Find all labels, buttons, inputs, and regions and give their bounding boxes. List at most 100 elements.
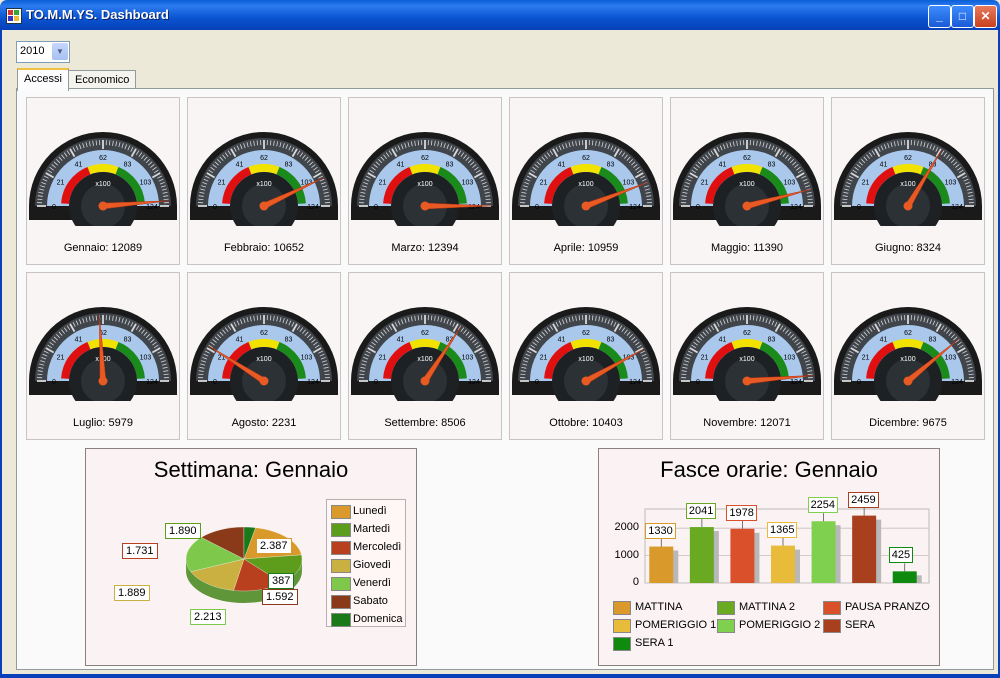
gauge-caption: Marzo: 12394 [391, 242, 459, 254]
gauge-tick-label: 124 [790, 204, 802, 211]
gauge-tick-label: 41 [75, 337, 83, 344]
gauge-tick-label: 103 [140, 355, 152, 362]
legend-swatch [331, 523, 351, 537]
gauge-tick-label: 103 [301, 355, 313, 362]
pie-data-label: 1.889 [114, 585, 150, 601]
gauge-tick-label: 21 [57, 355, 65, 362]
legend-swatch [613, 619, 631, 633]
tab-economico[interactable]: Economico [68, 70, 137, 89]
gauge-tick-label: 0 [213, 379, 217, 386]
gauge-tick-label: 41 [236, 162, 244, 169]
y-tick-label: 0 [632, 576, 639, 588]
gauge-card: 021416283103124x100 Ottobre: 10403 [509, 272, 663, 440]
legend-item: Lunedì [353, 505, 387, 517]
gauge-card: 021416283103124x100Giugno: 8324 [831, 97, 985, 265]
gauge-tick-label: 83 [285, 337, 293, 344]
bar-data-label: 2041 [685, 503, 717, 520]
pie-data-label: 1.592 [262, 589, 298, 605]
year-select[interactable]: 2010 ▼ [16, 41, 70, 63]
maximize-button[interactable]: □ [951, 5, 974, 28]
gauge-tick-label: 0 [696, 379, 700, 386]
gauge-card: 0 21 41 62 83 103 124 x100 Aprile: 10959 [509, 97, 663, 265]
bar [852, 515, 877, 583]
legend-swatch [613, 601, 631, 615]
pie-data-label: 1.890 [165, 523, 201, 539]
gauge-tick-label: 62 [743, 155, 751, 162]
gauge-tick-label: 0 [857, 379, 861, 386]
gauge-tick-label: 0 [696, 204, 700, 211]
gauge-tick-label: 83 [768, 162, 776, 169]
legend-item: Mercoledì [353, 541, 402, 553]
legend-item: SERA [845, 619, 875, 631]
gauge-dial: 021416283103124x100 [190, 307, 338, 401]
legend-swatch [331, 505, 351, 519]
gauge-tick-label: 21 [379, 180, 387, 187]
legend-item: SERA 1 [635, 637, 674, 649]
gauge-tick-label: 103 [945, 180, 957, 187]
gauge-tick-label: 21 [701, 180, 709, 187]
y-tick-label: 2000 [614, 521, 639, 534]
legend-swatch [331, 613, 351, 627]
gauge-tick-label: 103 [623, 180, 635, 187]
gauge-unit-label: x100 [739, 181, 754, 188]
close-button[interactable]: ✕ [974, 5, 997, 28]
gauge-dial: 021416283103124x100 [834, 132, 982, 226]
gauge-tick-label: 103 [784, 180, 796, 187]
gauge-card: 0 21 41 62 83 103 124 x100 Febbraio: 10652 [187, 97, 341, 265]
gauge-card: 0 21 41 62 83 103 124 x100 Novembre: 12071 [670, 272, 824, 440]
minimize-button[interactable]: _ [928, 5, 951, 28]
legend-item: POMERIGGIO 1 [635, 619, 717, 631]
gauge-tick-label: 41 [719, 162, 727, 169]
legend-swatch [613, 637, 631, 651]
gauge-caption: Novembre: 12071 [703, 417, 791, 429]
gauge-tick-label: 41 [397, 162, 405, 169]
app-icon [6, 8, 22, 24]
chevron-down-icon[interactable]: ▼ [52, 43, 68, 60]
gauge-caption: Dicembre: 9675 [869, 417, 947, 429]
legend-item: Venerdì [353, 577, 391, 589]
bar-data-label: 1365 [767, 521, 798, 538]
tab-accessi[interactable]: Accessi [17, 68, 69, 91]
gauge-tick-label: 0 [374, 379, 378, 386]
gauge-tick-label: 62 [99, 155, 107, 162]
pie-data-label: 1.731 [122, 543, 158, 559]
gauge-tick-label: 21 [862, 180, 870, 187]
legend-item: Martedì [353, 523, 391, 535]
gauge-caption: Ottobre: 10403 [549, 417, 623, 429]
gauge-tick-label: 62 [421, 330, 429, 337]
bar-data-label: 2254 [807, 497, 839, 514]
gauge-tick-label: 0 [374, 204, 378, 211]
gauge-tick-label: 0 [213, 204, 217, 211]
gauge-tick-label: 124 [146, 204, 158, 211]
gauge-tick-label: 83 [607, 337, 615, 344]
gauge-unit-label: x100 [95, 181, 110, 188]
gauge-caption: Aprile: 10959 [553, 242, 619, 254]
gauge-tick-label: 0 [535, 379, 539, 386]
legend-item: POMERIGGIO 2 [739, 619, 821, 631]
gauge-card: 0 21 41 62 83 103 124 x100 Maggio: 11390 [670, 97, 824, 265]
title-bar: TO.M.M.YS. Dashboard _ □ ✕ [0, 0, 1000, 30]
bar-data-label: 1978 [726, 504, 757, 521]
legend-swatch [331, 595, 351, 609]
bar [649, 546, 674, 583]
bar [892, 571, 917, 583]
bar [811, 521, 836, 583]
legend-item: PAUSA PRANZO [845, 601, 930, 613]
bar [730, 528, 755, 583]
gauge-tick-label: 21 [862, 355, 870, 362]
pie-data-label: 387 [268, 573, 295, 589]
legend-swatch [331, 541, 351, 555]
gauge-dial: 021416283103124x100 [834, 307, 982, 401]
legend-item: Sabato [353, 595, 388, 607]
gauge-caption: Maggio: 11390 [711, 242, 783, 254]
gauge-tick-label: 124 [307, 204, 319, 211]
bar-data-label: 425 [888, 547, 914, 564]
gauge-tick-label: 0 [52, 379, 56, 386]
legend-item: Giovedì [353, 559, 391, 571]
gauge-tick-label: 21 [701, 355, 709, 362]
gauge-dial: 021416283103124x100 [512, 307, 660, 401]
gauge-tick-label: 103 [462, 180, 474, 187]
gauge-tick-label: 124 [951, 379, 963, 386]
legend-item: Domenica [353, 613, 403, 625]
gauge-caption: Settembre: 8506 [384, 417, 466, 429]
